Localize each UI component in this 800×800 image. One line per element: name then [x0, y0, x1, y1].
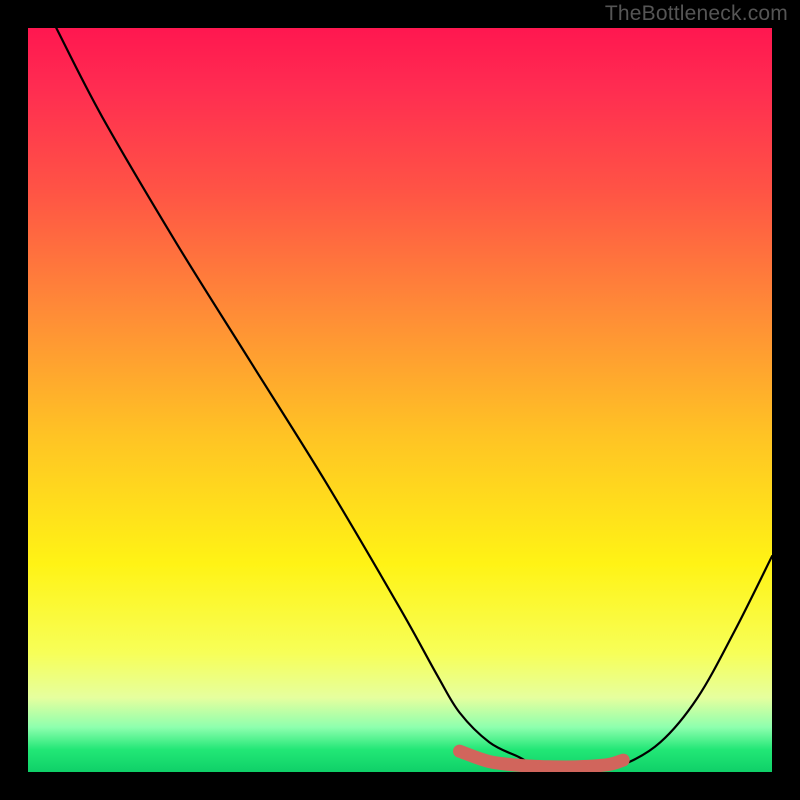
plot-area — [28, 28, 772, 772]
chart-svg — [28, 28, 772, 772]
optimal-range-marker — [460, 751, 624, 767]
bottleneck-curve — [56, 28, 772, 770]
chart-frame: TheBottleneck.com — [0, 0, 800, 800]
watermark-text: TheBottleneck.com — [605, 2, 788, 26]
